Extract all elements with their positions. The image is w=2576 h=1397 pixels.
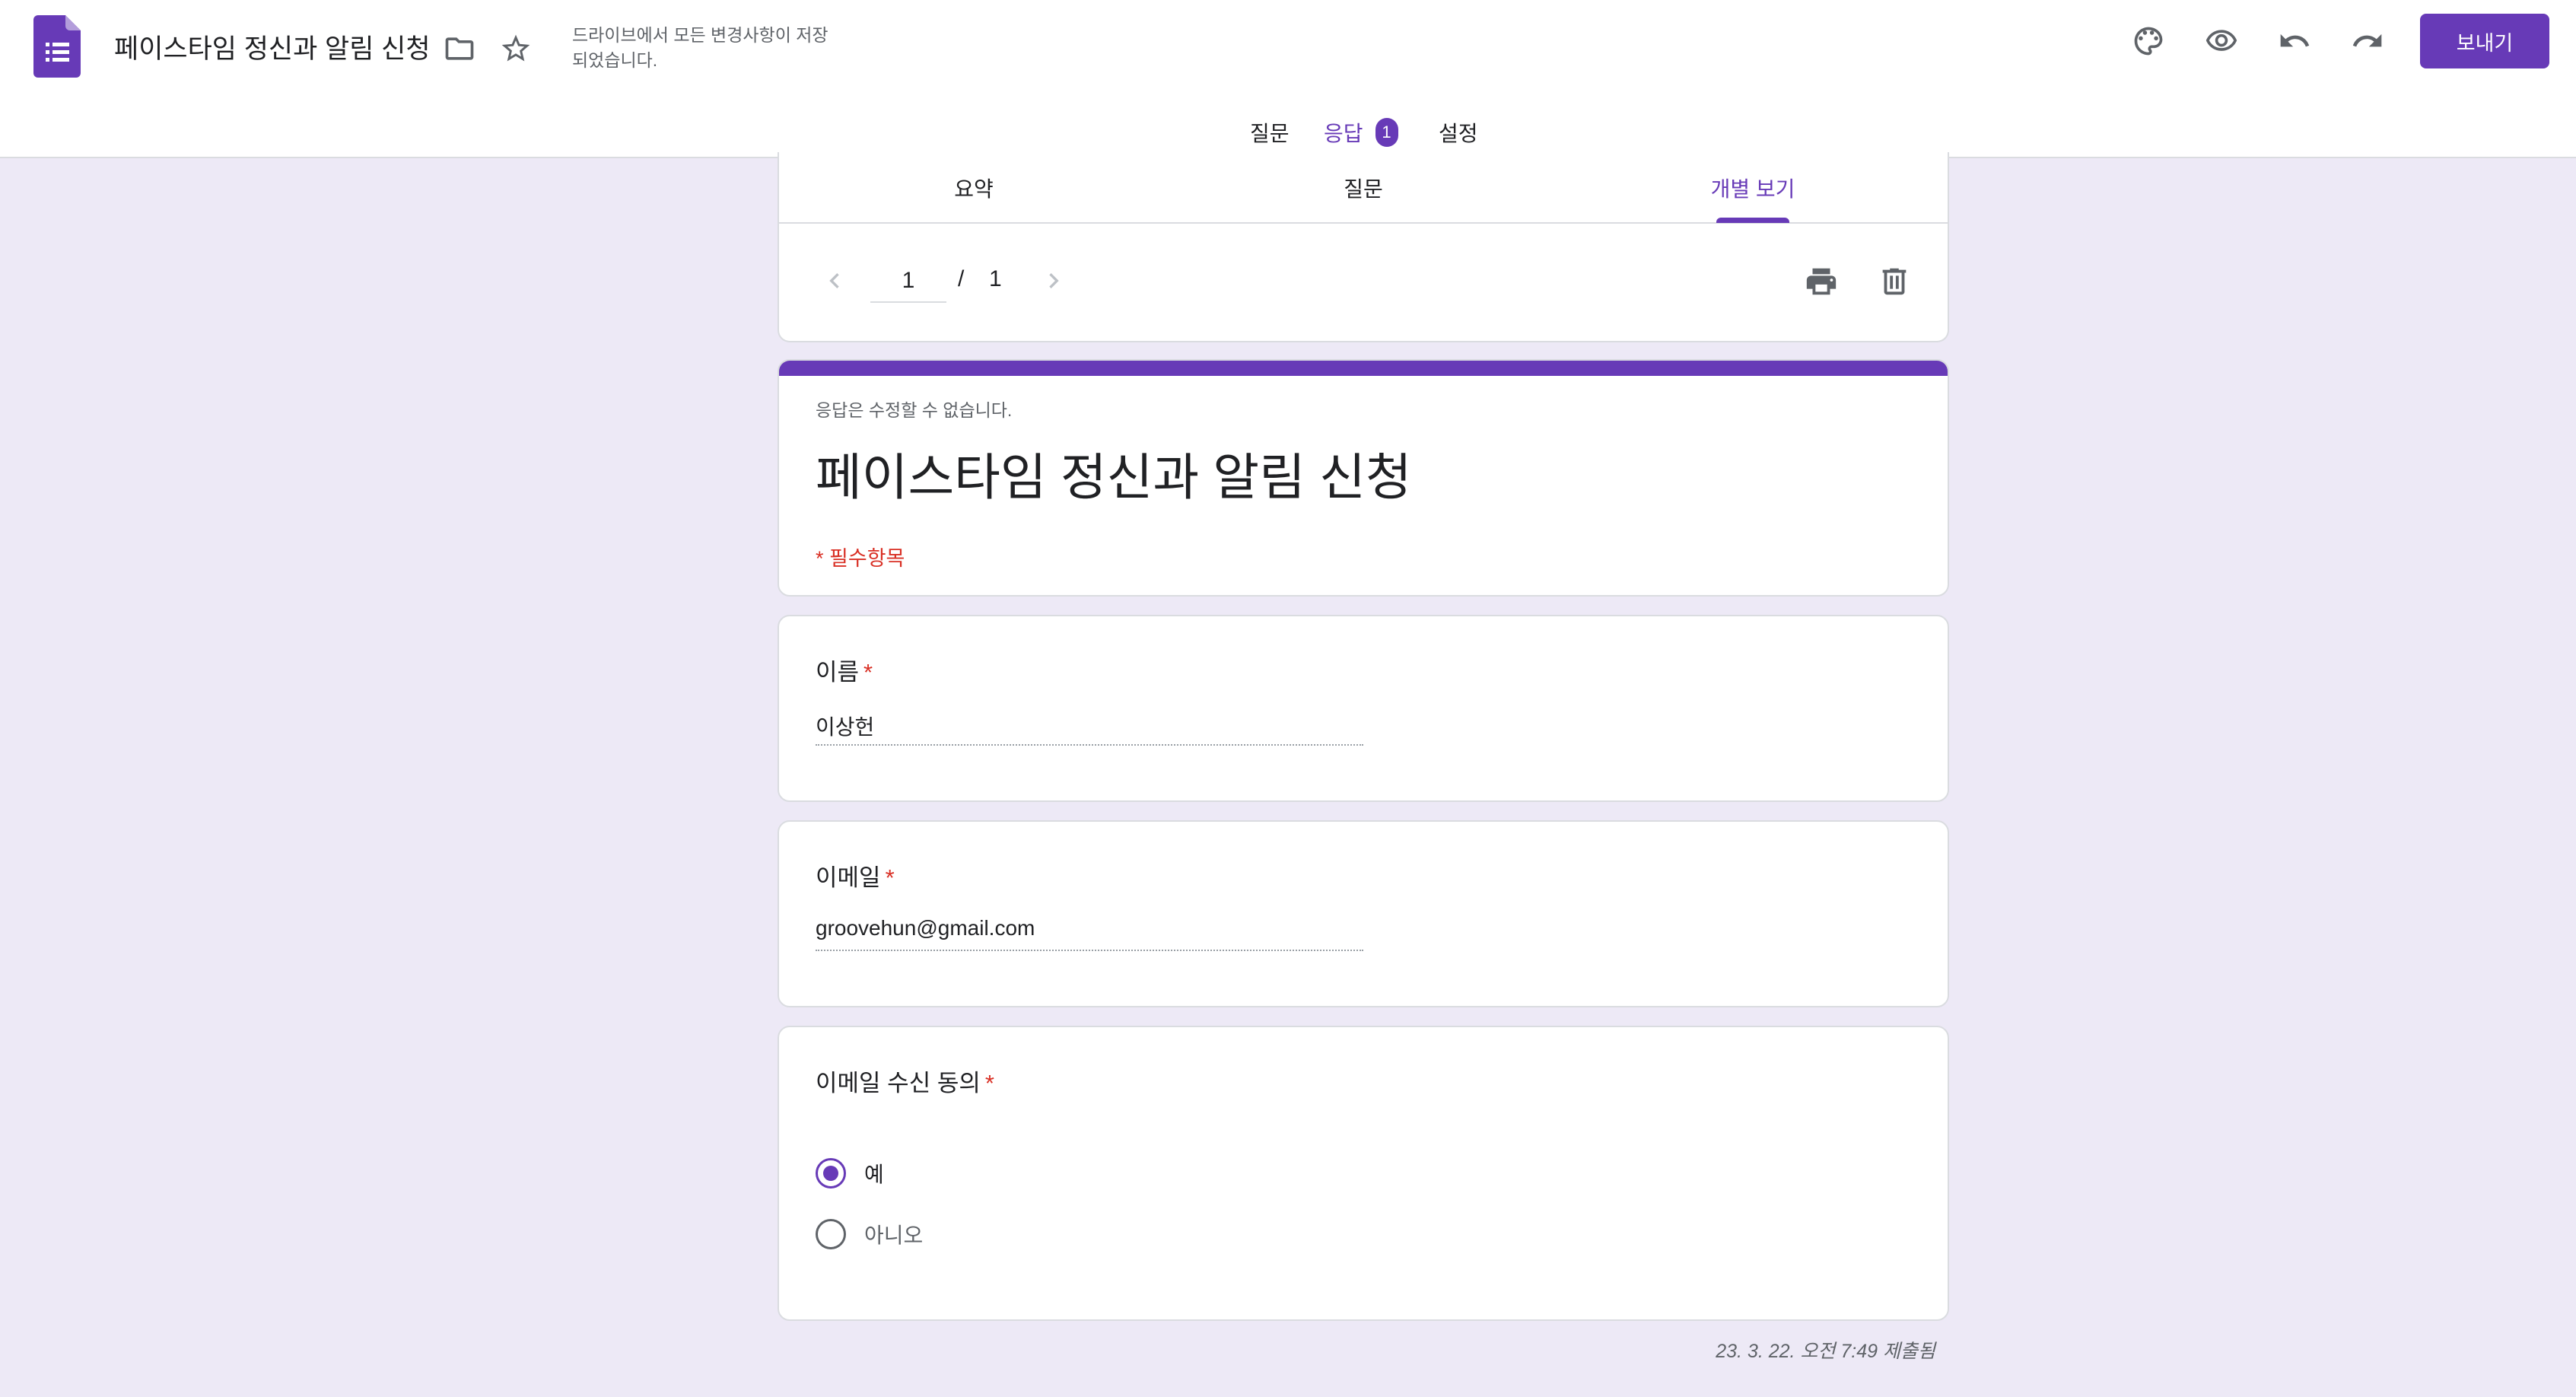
radio-option-no: 아니오 bbox=[816, 1217, 923, 1251]
form-header-card: 응답은 수정할 수 없습니다. 페이스타임 정신과 알림 신청 * 필수항목 bbox=[778, 359, 1949, 597]
submitted-timestamp: 23. 3. 22. 오전 7:49 제출됨 bbox=[1716, 1341, 1935, 1362]
question-title: 이메일 bbox=[816, 864, 881, 891]
page-total: 1 bbox=[989, 266, 1002, 291]
radio-button-checked bbox=[816, 1158, 846, 1189]
question-card-email-consent: 이메일 수신 동의 * 예 아니오 bbox=[778, 1026, 1949, 1321]
tab-individual-label: 개별 보기 bbox=[1710, 177, 1795, 201]
answer-value: 이상헌 bbox=[816, 711, 1363, 746]
answer-value: groovehun@gmail.com bbox=[816, 916, 1363, 951]
document-title[interactable]: 페이스타임 정신과 알림 신청 bbox=[114, 27, 431, 66]
tab-responses[interactable]: 응답 1 bbox=[1324, 107, 1398, 158]
star-icon[interactable] bbox=[496, 29, 536, 68]
tab-responses-label: 응답 bbox=[1324, 122, 1363, 145]
radio-label: 아니오 bbox=[864, 1224, 924, 1247]
preview-eye-icon[interactable] bbox=[2202, 21, 2241, 61]
prev-response-chevron-left-icon[interactable] bbox=[816, 262, 854, 300]
page-number-input[interactable] bbox=[870, 260, 946, 303]
redo-icon[interactable] bbox=[2348, 21, 2387, 61]
form-accent-bar bbox=[779, 361, 1948, 376]
question-label: 이메일 * bbox=[816, 858, 895, 893]
radio-option-yes: 예 bbox=[816, 1157, 884, 1190]
next-response-chevron-right-icon[interactable] bbox=[1035, 262, 1073, 300]
form-title: 페이스타임 정신과 알림 신청 bbox=[816, 449, 1412, 505]
google-forms-logo-icon[interactable] bbox=[33, 15, 81, 78]
undo-icon[interactable] bbox=[2275, 21, 2314, 61]
page-separator: / bbox=[958, 266, 965, 291]
tab-question-view[interactable]: 질문 bbox=[1169, 152, 1558, 224]
required-mark: * bbox=[863, 659, 873, 686]
tab-summary-label: 요약 bbox=[954, 177, 994, 201]
main-tabs: 질문 응답 1 설정 bbox=[0, 107, 2576, 158]
tab-question-view-label: 질문 bbox=[1344, 177, 1383, 201]
question-title: 이름 bbox=[816, 659, 860, 686]
app-header: 페이스타임 정신과 알림 신청 드라이브에서 모든 변경사항이 저장되었습니다.… bbox=[0, 0, 2576, 158]
radio-button-unchecked bbox=[816, 1219, 846, 1249]
response-pager: / 1 bbox=[779, 224, 1948, 342]
palette-icon[interactable] bbox=[2129, 21, 2168, 61]
response-navigation-card: 요약 질문 개별 보기 / 1 bbox=[778, 152, 1949, 342]
question-label: 이름 * bbox=[816, 653, 873, 687]
tab-settings-label: 설정 bbox=[1439, 122, 1478, 145]
question-title: 이메일 수신 동의 bbox=[816, 1070, 981, 1096]
send-button[interactable]: 보내기 bbox=[2420, 14, 2549, 68]
response-tab-indicator bbox=[1716, 218, 1789, 223]
save-status: 드라이브에서 모든 변경사항이 저장되었습니다. bbox=[572, 25, 828, 70]
tab-individual[interactable]: 개별 보기 bbox=[1558, 152, 1948, 224]
required-note: * 필수항목 bbox=[816, 547, 905, 570]
read-only-note: 응답은 수정할 수 없습니다. bbox=[816, 400, 1013, 420]
folder-icon[interactable] bbox=[440, 29, 479, 68]
required-mark: * bbox=[984, 1070, 994, 1096]
tab-settings[interactable]: 설정 bbox=[1439, 107, 1478, 158]
response-count-badge: 1 bbox=[1375, 118, 1398, 147]
question-card-email: 이메일 * groovehun@gmail.com bbox=[778, 820, 1949, 1007]
question-card-name: 이름 * 이상헌 bbox=[778, 615, 1949, 802]
print-icon[interactable] bbox=[1800, 260, 1843, 303]
delete-trash-icon[interactable] bbox=[1873, 260, 1916, 303]
tab-questions-label: 질문 bbox=[1250, 122, 1290, 145]
radio-label: 예 bbox=[864, 1163, 884, 1186]
response-tabs: 요약 질문 개별 보기 bbox=[779, 152, 1948, 224]
tab-questions[interactable]: 질문 bbox=[1250, 107, 1290, 158]
tab-summary[interactable]: 요약 bbox=[779, 152, 1169, 224]
question-label: 이메일 수신 동의 * bbox=[816, 1064, 994, 1098]
required-mark: * bbox=[885, 864, 895, 891]
